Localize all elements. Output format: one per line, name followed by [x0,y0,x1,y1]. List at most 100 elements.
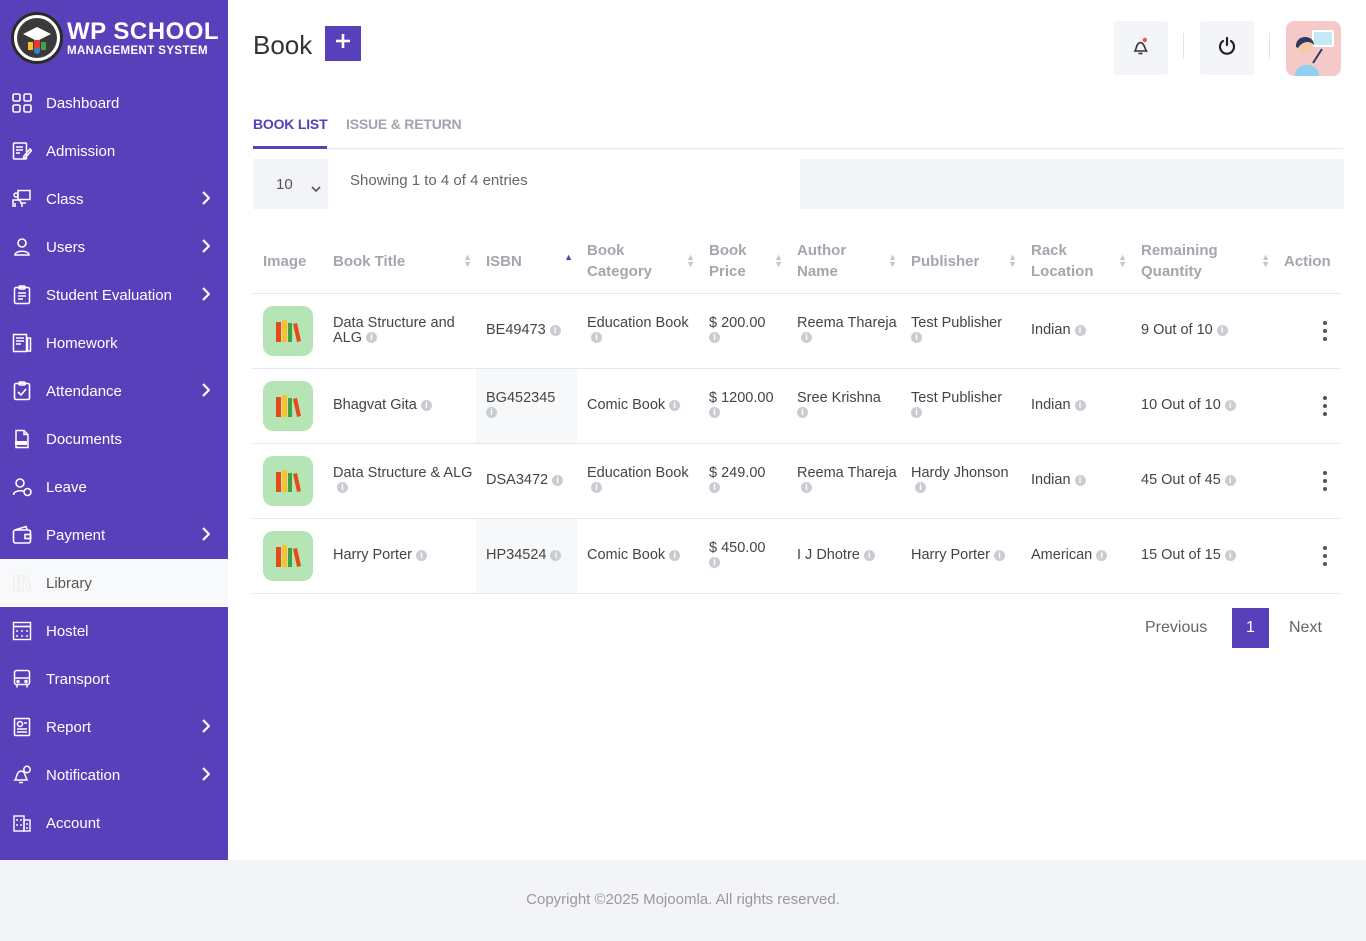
book-price: $ 1200.00 [709,389,774,406]
info-icon[interactable]: i [801,332,812,344]
info-icon[interactable]: i [552,474,564,486]
checklist-icon [11,284,33,306]
info-icon[interactable]: i [669,549,681,561]
avatar[interactable] [1286,21,1341,76]
attendance-check-icon [11,380,33,402]
sidebar-item-student-evaluation[interactable]: Student Evaluation [0,271,228,319]
info-icon[interactable]: i [669,399,681,411]
rack-location: American [1031,547,1093,563]
info-icon[interactable]: i [550,549,562,561]
pagination-previous[interactable]: Previous [1145,608,1207,648]
column-header-book-title[interactable]: Book Title ▲ ▼ [323,230,476,294]
tab-book-list[interactable]: BOOK LIST [253,116,328,149]
info-icon[interactable]: i [1216,324,1228,336]
info-icon[interactable]: i [420,399,432,411]
sidebar-item-label: Users [46,238,86,256]
column-header-action: Action [1274,230,1341,294]
info-icon[interactable]: i [1224,399,1236,411]
table-row: Data Structure and ALG i BE49473 i Educati… [253,293,1341,369]
info-icon[interactable]: i [337,482,348,494]
document-icon [11,428,33,450]
info-icon[interactable]: i [797,407,808,419]
sidebar-item-admission[interactable]: Admission [0,127,228,175]
sidebar-item-account[interactable]: Account [0,799,228,847]
info-icon[interactable]: i [709,332,720,344]
pagination-page-1[interactable]: 1 [1232,608,1269,648]
power-icon [1217,36,1237,61]
info-icon[interactable]: i [911,407,922,419]
info-icon[interactable]: i [709,482,720,494]
report-icon [11,716,33,738]
sidebar-item-documents[interactable]: Documents [0,415,228,463]
info-icon[interactable]: i [993,549,1005,561]
more-options-icon[interactable] [1308,395,1341,416]
sidebar-item-payment[interactable]: Payment [0,511,228,559]
sidebar-item-homework[interactable]: Homework [0,319,228,367]
book-title: Bhagvat Gita [333,397,417,413]
book-table: Image Book Title ▲ ▼ ISBN ▲ ▼ Book Category ▲… [253,230,1341,594]
brand-title: WP SCHOOL [67,17,220,45]
info-icon[interactable]: i [549,324,561,336]
more-options-icon[interactable] [1308,545,1341,566]
bell-icon [1131,36,1151,61]
sidebar-item-hostel[interactable]: Hostel [0,607,228,655]
page-length-select[interactable]: 10 [253,159,328,209]
book-category: Education Book [587,314,689,331]
info-icon[interactable]: i [709,557,720,569]
book-isbn: HP34524 [486,547,547,563]
info-icon[interactable]: i [591,482,602,494]
sidebar-item-label: Notification [46,766,121,784]
info-icon[interactable]: i [915,482,926,494]
book-category: Education Book [587,464,689,481]
more-options-icon[interactable] [1308,320,1341,341]
sidebar-item-label: Payment [46,526,106,544]
info-icon[interactable]: i [1224,549,1236,561]
tab-issue-return[interactable]: ISSUE & RETURN [346,116,462,132]
info-icon[interactable]: i [801,482,812,494]
info-icon[interactable]: i [366,332,378,344]
header-divider [1269,33,1270,59]
chevron-right-icon [202,287,211,305]
notification-button[interactable] [1114,21,1168,75]
sort-icon: ▲ ▼ [1118,252,1127,269]
sidebar-item-report[interactable]: Report [0,703,228,751]
info-icon[interactable]: i [911,332,922,344]
book-thumbnail-icon [263,305,313,356]
sidebar-item-notification[interactable]: Notification [0,751,228,799]
more-options-icon[interactable] [1308,470,1341,491]
info-icon[interactable]: i [709,407,720,419]
info-icon[interactable]: i [1074,324,1086,336]
sidebar-item-class[interactable]: Class [0,175,228,223]
sidebar-item-library[interactable]: Library [0,559,228,607]
info-icon[interactable]: i [415,549,427,561]
column-header-rack-location[interactable]: Rack Location ▲ ▼ [1021,230,1131,294]
column-header-author-name[interactable]: Author Name ▲ ▼ [787,230,901,294]
homework-book-icon [11,332,33,354]
brand-logo[interactable]: WP SCHOOL MANAGEMENT SYSTEM [11,12,219,64]
book-title: Harry Porter [333,547,412,563]
sidebar-item-users[interactable]: Users [0,223,228,271]
column-header-book-price[interactable]: Book Price ▲ ▼ [699,230,787,294]
column-header-book-category[interactable]: Book Category ▲ ▼ [577,230,699,294]
info-icon[interactable]: i [486,407,497,419]
info-icon[interactable]: i [1096,549,1108,561]
remaining-quantity: 10 Out of 10 [1141,397,1221,413]
sidebar-item-label: Hostel [46,622,89,640]
info-icon[interactable]: i [591,332,602,344]
column-header-isbn[interactable]: ISBN ▲ ▼ [476,230,577,294]
info-icon[interactable]: i [863,549,875,561]
column-header-remaining-quantity[interactable]: Remaining Quantity ▲ ▼ [1131,230,1274,294]
sidebar-item-transport[interactable]: Transport [0,655,228,703]
add-book-button[interactable] [325,26,361,61]
pagination-next[interactable]: Next [1289,608,1322,648]
info-icon[interactable]: i [1074,474,1086,486]
logout-button[interactable] [1200,21,1254,75]
sidebar-item-leave[interactable]: Leave [0,463,228,511]
info-icon[interactable]: i [1224,474,1236,486]
sidebar-item-dashboard[interactable]: Dashboard [0,79,228,127]
chevron-right-icon [202,719,211,737]
search-input[interactable] [800,159,1344,209]
info-icon[interactable]: i [1074,399,1086,411]
column-header-publisher[interactable]: Publisher ▲ ▼ [901,230,1021,294]
sidebar-item-attendance[interactable]: Attendance [0,367,228,415]
